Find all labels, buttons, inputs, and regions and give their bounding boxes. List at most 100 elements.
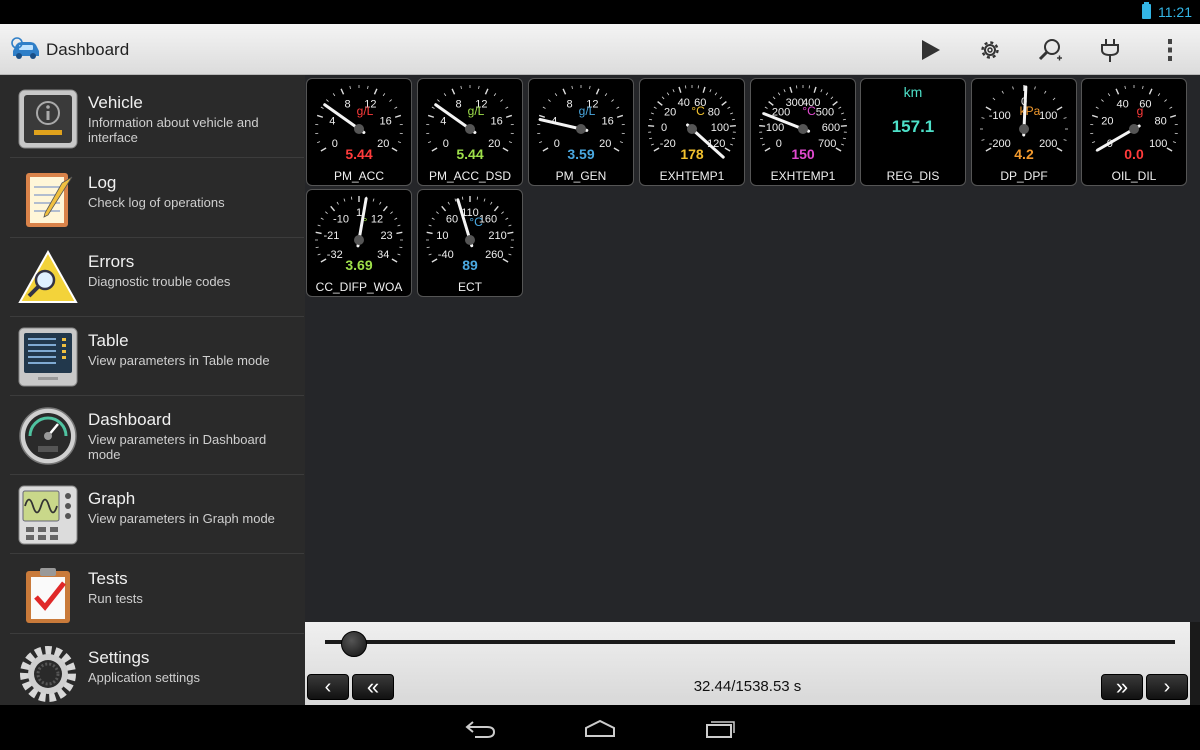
gauge-major-tick: [1148, 88, 1153, 95]
settings-button[interactable]: [972, 32, 1008, 68]
step-forward-button[interactable]: ›: [1146, 674, 1188, 700]
gauge-cc-difp-woa[interactable]: -32 -21 -10 1 12 23 34 ° 3.69 CC_DIFP_WOA: [306, 189, 412, 297]
gauge-name: ECT: [458, 280, 482, 294]
recent-apps-button[interactable]: [700, 713, 740, 743]
gauge-minor-tick: [841, 112, 845, 115]
gauge-tick-label: 60: [446, 214, 458, 226]
sidebar-item-table[interactable]: Table View parameters in Table mode: [10, 317, 304, 396]
chevron-right-icon: ›: [1163, 676, 1171, 698]
gauge-minor-tick: [1164, 99, 1167, 102]
gauge-tick-label: 200: [1039, 138, 1057, 150]
home-button[interactable]: [580, 713, 620, 743]
gauge-dp-dpf[interactable]: -200-1000100200kPa4.2DP_DPF: [971, 78, 1077, 186]
gauge-major-tick: [562, 88, 567, 95]
gauge-tick-label: 4: [329, 115, 335, 127]
gauge-tick-label: -20: [660, 138, 676, 150]
gauge-tick-label: 0: [554, 138, 560, 150]
gauge-minor-tick: [1044, 90, 1047, 94]
gauge-unit: g/L: [468, 104, 485, 118]
log-notepad-icon: [26, 173, 73, 227]
gauge-minor-tick: [542, 106, 546, 109]
gauge-tick-label: 23: [380, 230, 392, 242]
sidebar-item-title: Dashboard: [88, 410, 172, 429]
gauge-minor-tick: [397, 224, 401, 227]
gauge-minor-tick: [714, 92, 718, 96]
gauge-major-tick: [835, 147, 842, 152]
gauge-unit: °C: [469, 215, 483, 229]
gauge-minor-tick: [783, 89, 786, 93]
gauge-minor-tick: [428, 141, 432, 143]
gauge-name: OIL_DIL: [1111, 169, 1157, 183]
gauge-pm-acc[interactable]: 0 4 8 12 16 20 g/L 5.44 PM_ACC: [306, 78, 412, 186]
gauge-major-tick: [789, 86, 793, 93]
gauge-pm-acc-dsd[interactable]: 0 4 8 12 16 20 g/L 5.44 PM_ACC_DSD: [417, 78, 523, 186]
play-icon: [922, 40, 940, 60]
gauge-minor-tick: [483, 198, 486, 202]
action-bar: Dashboard: [0, 24, 1200, 75]
gauge-tick-label: 20: [377, 138, 389, 150]
overflow-menu-button[interactable]: [1152, 32, 1188, 68]
gauge-tick-label: -21: [323, 230, 339, 242]
gauge-pm-gen[interactable]: 048121620g/L3.59PM_GEN: [528, 78, 634, 186]
gauge-minor-tick: [1142, 85, 1144, 89]
back-button[interactable]: [460, 713, 500, 743]
gauge-minor-tick: [1092, 141, 1096, 143]
sidebar-item-dashboard[interactable]: Dashboard View parameters in Dashboard m…: [10, 396, 304, 475]
sidebar-item-log[interactable]: Log Check log of operations: [10, 159, 304, 238]
sidebar-item-title: Errors: [88, 252, 135, 271]
gauge-major-tick: [702, 86, 706, 93]
gauge-tick-label: 1: [356, 207, 362, 219]
gauge-unit: °C: [802, 104, 816, 118]
gauge-tick-label: 0: [776, 138, 782, 150]
gauge-minor-tick: [666, 92, 670, 96]
gauge-minor-tick: [372, 198, 375, 202]
gauge-major-tick: [394, 114, 402, 118]
gauge-unit: °C: [691, 104, 705, 118]
gauge-minor-tick: [761, 143, 765, 146]
gauge-minor-tick: [317, 224, 321, 227]
gauge-tick-label: 210: [488, 230, 506, 242]
sidebar-item-errors[interactable]: Errors Diagnostic trouble codes: [10, 238, 304, 317]
sidebar-item-tests[interactable]: Tests Run tests: [10, 555, 304, 634]
sidebar-item-vehicle[interactable]: Vehicle Information about vehicle and in…: [10, 79, 304, 158]
gauge-minor-tick: [650, 143, 654, 146]
gauge-minor-tick: [510, 246, 514, 249]
gauge-exhtemp1[interactable]: 0 100 200 300 400 500 600 700 °C 150 EXHTEMP1: [750, 78, 856, 186]
gauge-tick-label: 20: [1101, 115, 1113, 127]
connect-button[interactable]: [1092, 32, 1128, 68]
gauge-minor-tick: [454, 198, 457, 202]
gauge-minor-tick: [349, 85, 351, 89]
fast-forward-button[interactable]: »: [1101, 674, 1143, 700]
gauge-minor-tick: [389, 99, 392, 102]
sidebar-item-subtitle: View parameters in Dashboard mode: [88, 432, 267, 462]
gauge-minor-tick: [320, 106, 324, 109]
gauge-minor-tick: [1169, 106, 1173, 109]
gauge-major-tick: [493, 205, 499, 212]
gauge-oil-dil[interactable]: 020406080100g0.0OIL_DIL: [1081, 78, 1187, 186]
battery-icon: [1142, 2, 1151, 19]
gauge-ect[interactable]: -40 10 60 110 160 210 260 °C 89 ECT: [417, 189, 523, 297]
gauge-dial: -2002040 6080100120°C178: [648, 85, 736, 162]
gauge-minor-tick: [1052, 97, 1056, 101]
search-button[interactable]: [1032, 32, 1068, 68]
gauge-major-tick: [595, 88, 600, 95]
gauge-major-tick: [1115, 88, 1120, 95]
gauge-dial: 048 121620g/L5.44: [315, 85, 403, 162]
playback-slider-track[interactable]: [325, 640, 1175, 644]
gauge-value: 150: [791, 146, 815, 162]
gauge-exhtemp1[interactable]: -20 0 20 40 60 80 100 120 °C 178 EXHTEMP1: [639, 78, 745, 186]
gauge-minor-tick: [1157, 93, 1161, 97]
gauge-minor-tick: [397, 141, 401, 143]
sidebar: Vehicle Information about vehicle and in…: [0, 75, 305, 705]
sidebar-item-settings[interactable]: Settings Application settings: [10, 634, 304, 713]
play-button[interactable]: [912, 32, 948, 68]
gauge-major-tick: [1056, 106, 1063, 111]
playback-slider-thumb[interactable]: [340, 631, 367, 657]
sidebar-item-graph[interactable]: Graph View parameters in Graph mode: [10, 475, 304, 554]
sidebar-item-subtitle: Application settings: [88, 670, 201, 685]
gauge-name: PM_GEN: [555, 169, 607, 183]
gauge-reg-dis[interactable]: km 157.1 REG_DIS: [860, 78, 966, 186]
gauge-unit: g/L: [579, 104, 596, 118]
dashboard-area: 0 4 8 12 16 20 g/L 5.44 PM_ACC 0 4 8 12 16 20 g/L 5.44 PM…: [305, 75, 1200, 622]
gauge-minor-tick: [1063, 139, 1067, 141]
